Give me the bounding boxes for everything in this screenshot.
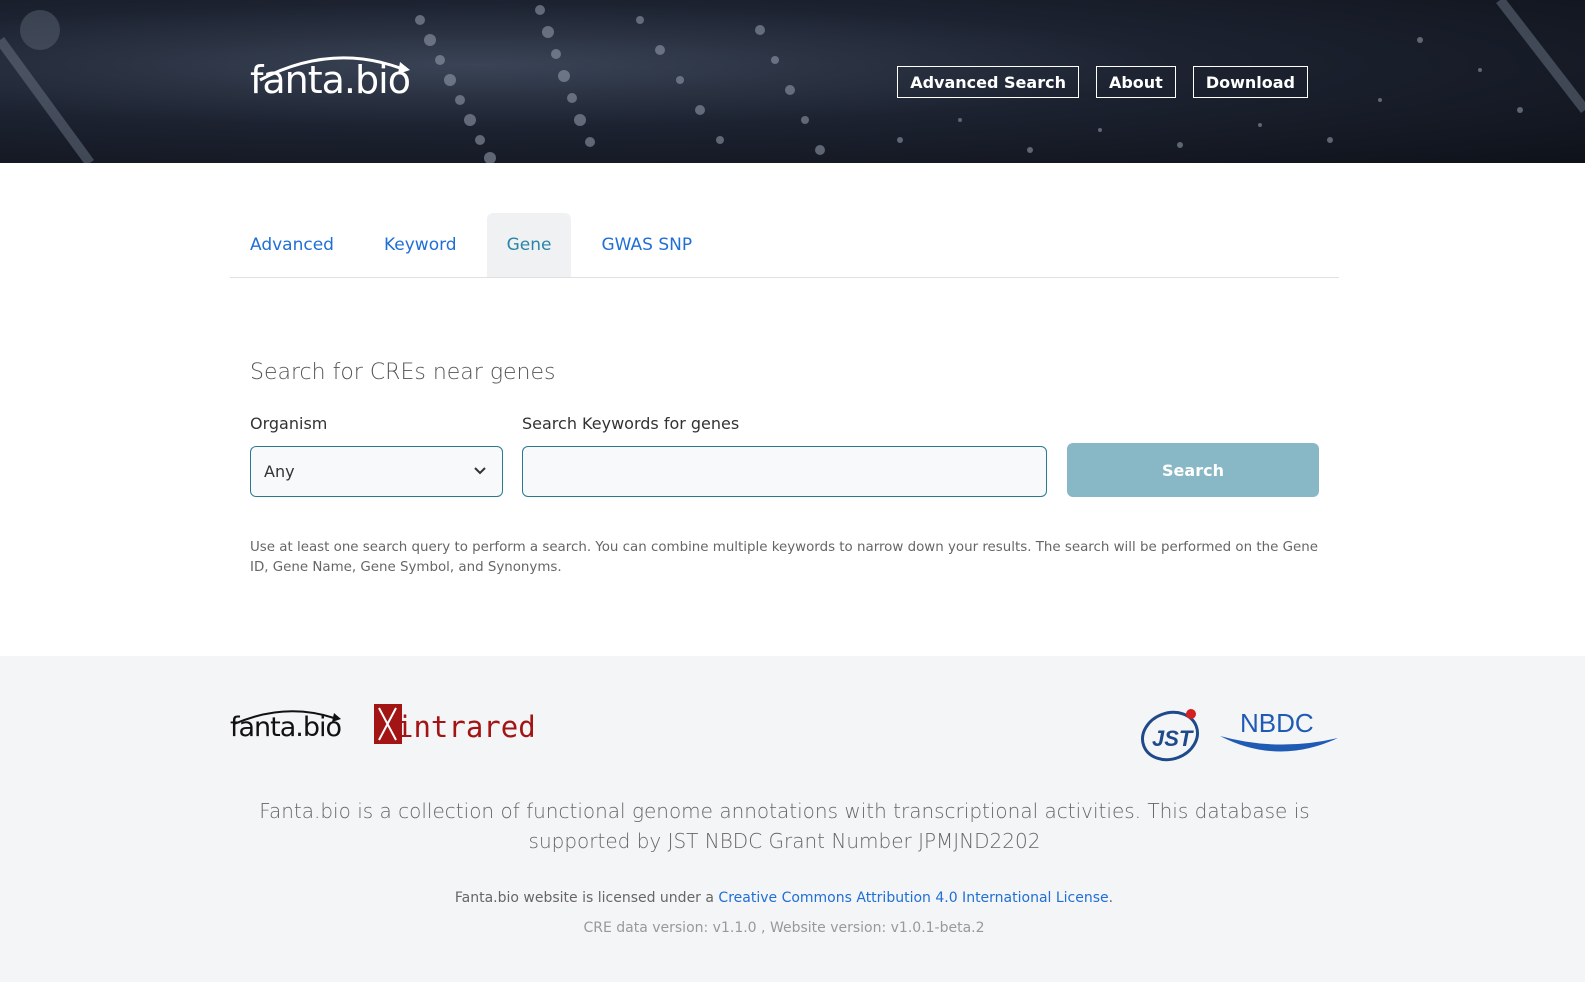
tab-gwas-snp[interactable]: GWAS SNP (581, 213, 712, 277)
footer-version: CRE data version: v1.1.0 , Website versi… (583, 920, 985, 936)
footer-fanta-bio-text: fanta.bio (230, 712, 342, 743)
chevron-down-icon (474, 467, 486, 475)
site-header: fanta.bio Advanced Search About Download (0, 0, 1585, 163)
organism-select[interactable]: Any (250, 446, 503, 497)
fanta-bio-logo[interactable]: fanta.bio (250, 48, 420, 118)
nav-about-button[interactable]: About (1095, 66, 1176, 98)
footer-license: Fanta.bio website is licensed under a Cr… (0, 890, 1568, 906)
gene-keywords-input[interactable] (522, 446, 1047, 497)
search-button[interactable]: Search (1067, 443, 1319, 497)
intrared-logo-text: intrared (396, 710, 536, 744)
dna-background-image (0, 0, 1585, 163)
license-suffix: . (1108, 890, 1114, 906)
jst-logo[interactable]: JST (1140, 706, 1202, 762)
top-nav: Advanced Search About Download (897, 66, 1308, 98)
jst-logo-text: JST (1152, 726, 1194, 751)
organism-select-value: Any (264, 462, 295, 481)
search-heading: Search for CREs near genes (250, 360, 556, 385)
search-tabs: Advanced Keyword Gene GWAS SNP (230, 213, 1339, 278)
intrared-logo[interactable]: intrared (374, 704, 536, 748)
tab-keyword[interactable]: Keyword (364, 213, 477, 277)
license-prefix: Fanta.bio website is licensed under a (454, 890, 719, 906)
license-link[interactable]: Creative Commons Attribution 4.0 Interna… (718, 890, 1108, 906)
nav-download-button[interactable]: Download (1192, 66, 1308, 98)
tab-gene[interactable]: Gene (486, 213, 572, 277)
organism-label: Organism (250, 414, 328, 433)
logo-text: fanta.bio (250, 58, 411, 102)
nav-advanced-search-button[interactable]: Advanced Search (897, 66, 1079, 98)
search-help-text: Use at least one search query to perform… (250, 540, 1318, 575)
nbdc-logo-text: NBDC (1240, 708, 1314, 738)
footer-fanta-bio-logo[interactable]: fanta.bio (230, 704, 345, 750)
tab-advanced[interactable]: Advanced (230, 213, 354, 277)
nbdc-logo[interactable]: NBDC (1218, 708, 1340, 758)
keywords-label: Search Keywords for genes (522, 414, 740, 433)
footer-description: Fanta.bio is a collection of functional … (259, 799, 1310, 853)
site-footer: fanta.bio intrared JST NBDC Fanta.bio is… (0, 656, 1585, 982)
